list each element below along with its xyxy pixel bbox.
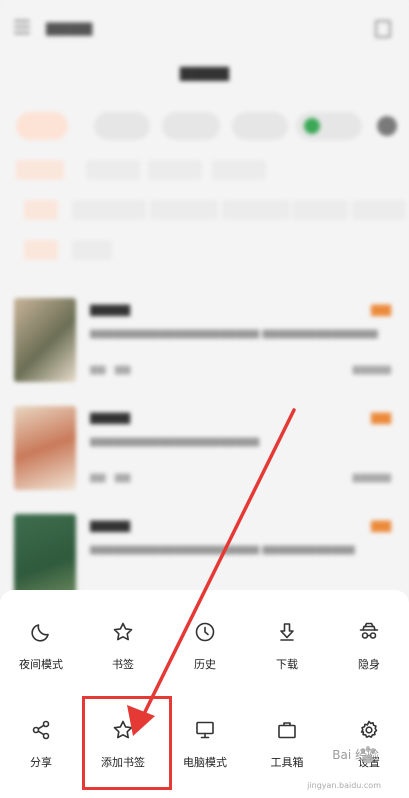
moon-icon (31, 624, 49, 642)
share-button[interactable]: 分享 (0, 712, 82, 782)
more-menu-sheet: 夜间模式 书签 历史 下载 隐身 分享 添加书签 电脑模式 工具箱 (0, 590, 409, 798)
category-chips (16, 112, 409, 142)
avatar[interactable] (377, 116, 397, 136)
menu-item-label: 书签 (112, 658, 134, 671)
download-button[interactable]: 下载 (246, 614, 328, 684)
filter-row (16, 200, 409, 224)
book-score: ▆▆ (371, 302, 391, 317)
menu-item-label: 分享 (30, 756, 52, 769)
book-cover (14, 406, 76, 490)
menu-item-label: 工具箱 (270, 756, 304, 769)
history-button[interactable]: 历史 (164, 614, 246, 684)
monitor-icon (196, 721, 214, 739)
book-meta: ▆▆ · ▆▆ (90, 364, 131, 375)
toolbox-icon (278, 722, 296, 739)
incognito-icon (359, 622, 379, 639)
menu-icon[interactable] (14, 20, 30, 34)
list-item[interactable]: ▆▆▆▆ ▆▆ ▆▆▆▆▆▆▆▆▆▆▆▆▆▆▆▆▆▆▆▆▆▆ ▆▆ · ▆▆ ▆… (14, 406, 395, 496)
desktop-mode-button[interactable]: 电脑模式 (164, 712, 246, 782)
tabs-icon[interactable] (375, 20, 391, 38)
menu-item-label: 隐身 (358, 658, 380, 671)
book-title: ▆▆▆▆ (90, 518, 130, 533)
book-score: ▆▆ (371, 410, 391, 425)
clock-icon (195, 622, 215, 642)
toolbox-button[interactable]: 工具箱 (246, 712, 328, 782)
book-desc: ▆▆▆▆▆▆▆▆▆▆▆▆▆▆▆▆▆▆▆▆▆▆ (90, 436, 260, 447)
chip[interactable] (16, 112, 68, 140)
download-icon (280, 623, 294, 641)
page-title: ▆▆▆▆ (179, 62, 230, 81)
book-cover (14, 298, 76, 382)
book-desc: ▆▆▆▆▆▆▆▆▆▆▆▆▆▆▆▆▆▆▆▆▆▆ ▆▆▆▆▆▆▆▆▆▆▆▆▆▆▆ (90, 328, 378, 339)
book-desc: ▆▆▆▆▆▆▆▆▆▆▆▆▆▆▆▆▆▆▆▆▆▆ ▆▆▆▆▆▆▆▆▆▆▆▆ (90, 544, 355, 555)
book-cover (14, 514, 76, 598)
filter-row (16, 160, 409, 184)
chip[interactable] (296, 112, 362, 140)
chip[interactable] (94, 112, 150, 140)
list-item[interactable]: ▆▆▆▆ ▆▆ ▆▆▆▆▆▆▆▆▆▆▆▆▆▆▆▆▆▆▆▆▆▆ ▆▆▆▆▆▆▆▆▆… (14, 298, 395, 388)
book-title: ▆▆▆▆ (90, 410, 130, 425)
chip[interactable] (232, 112, 288, 140)
top-bar: ▆▆▆▆ (0, 0, 409, 56)
gear-icon (360, 720, 378, 738)
book-meta: ▆▆ · ▆▆ (90, 472, 131, 483)
menu-item-label: 历史 (194, 658, 216, 671)
chip[interactable] (162, 112, 220, 140)
menu-item-label: 下载 (276, 658, 298, 671)
incognito-button[interactable]: 隐身 (328, 614, 409, 684)
watermark-text: Bai 经验 (332, 748, 379, 762)
annotation-highlight-box (82, 696, 172, 790)
book-meta-right: ▆▆▆▆▆ (352, 364, 391, 375)
book-title: ▆▆▆▆ (90, 302, 130, 317)
menu-item-label: 夜间模式 (19, 658, 63, 671)
book-score: ▆▆ (371, 518, 391, 533)
share-icon (32, 720, 50, 740)
menu-item-label: 电脑模式 (183, 756, 227, 769)
night-mode-button[interactable]: 夜间模式 (0, 614, 82, 684)
filter-row (16, 240, 409, 264)
top-title: ▆▆▆▆ (46, 18, 93, 36)
book-meta-right: ▆▆▆▆▆ (352, 472, 391, 483)
bookmarks-button[interactable]: 书签 (82, 614, 164, 684)
star-icon (113, 622, 133, 641)
watermark-url: jingyan.baidu.com (307, 781, 381, 790)
